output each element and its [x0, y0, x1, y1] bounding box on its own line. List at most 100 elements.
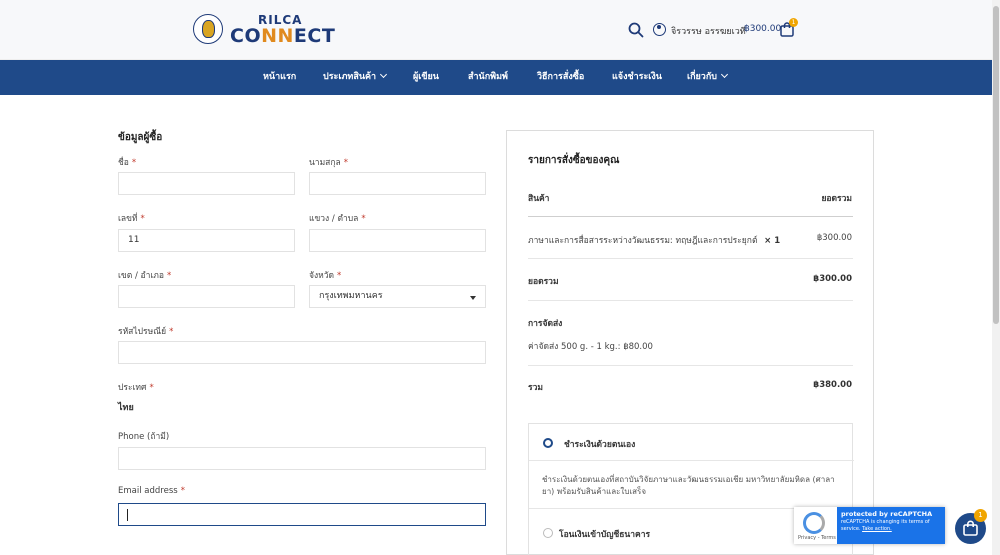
- district-label-text: เขต / อำเภอ: [118, 271, 164, 281]
- order-item-name: ภาษาและการสื่อสารระหว่างวัฒนธรรม: ทฤษฎีแ…: [528, 233, 780, 247]
- dropdown-arrow-icon: [470, 296, 476, 300]
- required-mark: *: [149, 383, 154, 393]
- first-name-label-text: ชื่อ: [118, 158, 129, 168]
- email-label-text: Email address: [118, 486, 178, 496]
- postcode-field[interactable]: [118, 341, 486, 364]
- main-navigation: หน้าแรก ประเภทสินค้า ผู้เขียน สำนักพิมพ์…: [0, 60, 992, 95]
- header-cart-total[interactable]: ฿300.00: [744, 24, 781, 34]
- floating-cart-count-badge: 1: [974, 509, 987, 522]
- grand-total-value: ฿380.00: [813, 380, 852, 390]
- logo-bottom-text: CONNECT: [230, 25, 335, 47]
- nav-label: ประเภทสินค้า: [323, 72, 377, 82]
- nav-item-payment-notification[interactable]: แจ้งชำระเงิน: [612, 60, 662, 95]
- country-label: ประเทศ *: [118, 380, 154, 394]
- payment-option-bank-transfer-label[interactable]: โอนเงินเข้าบัญชีธนาคาร: [559, 527, 650, 541]
- scrollbar-thumb[interactable]: [993, 6, 999, 324]
- billing-section-title: ข้อมูลผู้ซื้อ: [118, 132, 163, 143]
- recaptcha-title: protected by reCAPTCHA: [841, 510, 933, 518]
- required-mark: *: [131, 158, 137, 168]
- subtotal-label: ยอดรวม: [528, 277, 559, 287]
- page-scrollbar[interactable]: [992, 0, 1000, 555]
- nav-label: เกี่ยวกับ: [687, 72, 718, 82]
- payment-option-self-pay-label[interactable]: ชำระเงินด้วยตนเอง: [564, 437, 635, 451]
- cart-count-badge: 1: [789, 18, 798, 27]
- phone-label-text: Phone (ถ้ามี): [118, 432, 170, 442]
- account-username[interactable]: จิรวรรษ อรรฆยเวที: [671, 24, 746, 38]
- chevron-down-icon: [380, 70, 388, 79]
- logo-part-1: CO: [230, 25, 262, 47]
- subdistrict-label-text: แขวง / ตำบล: [309, 214, 359, 224]
- required-mark: *: [140, 214, 145, 224]
- house-number-field[interactable]: 11: [118, 229, 295, 252]
- province-selected-value: กรุงเทพมหานคร: [319, 291, 383, 301]
- payment-option-self-pay-radio[interactable]: [543, 438, 553, 448]
- nav-item-authors[interactable]: ผู้เขียน: [413, 60, 439, 95]
- last-name-label-text: นามสกุล: [309, 158, 341, 168]
- province-select[interactable]: กรุงเทพมหานคร: [309, 285, 486, 308]
- recaptcha-badge[interactable]: Privacy - Terms protected by reCAPTCHA r…: [794, 507, 945, 544]
- recaptcha-logo-icon: [803, 512, 825, 534]
- house-number-label: เลขที่ *: [118, 211, 145, 225]
- subtotal-value: ฿300.00: [813, 274, 852, 284]
- district-label: เขต / อำเภอ *: [118, 268, 171, 282]
- nav-item-home[interactable]: หน้าแรก: [263, 60, 296, 95]
- subdistrict-label: แขวง / ตำบล *: [309, 211, 366, 225]
- payment-option-bank-transfer-radio[interactable]: [543, 528, 553, 538]
- column-header-total: ยอดรวม: [821, 194, 852, 204]
- nav-item-how-to-order[interactable]: วิธีการสั่งซื้อ: [537, 60, 584, 95]
- required-mark: *: [167, 271, 172, 281]
- country-label-text: ประเทศ: [118, 383, 147, 393]
- nav-label: แจ้งชำระเงิน: [612, 72, 662, 82]
- divider: [528, 300, 853, 301]
- postcode-label: รหัสไปรษณีย์ *: [118, 324, 173, 338]
- search-icon[interactable]: [628, 22, 644, 38]
- required-mark: *: [361, 214, 366, 224]
- chevron-down-icon: [720, 70, 729, 79]
- recaptcha-notice: reCAPTCHA is changing its terms of servi…: [841, 519, 941, 533]
- last-name-label: นามสกุล *: [309, 155, 348, 169]
- required-mark: *: [180, 486, 185, 496]
- text-cursor: [127, 509, 128, 521]
- order-summary-title: รายการสั่งซื้อของคุณ: [528, 155, 620, 166]
- required-mark: *: [169, 327, 174, 337]
- column-header-product: สินค้า: [528, 194, 550, 204]
- site-logo[interactable]: RILCA CONNECT: [230, 13, 335, 47]
- email-label: Email address *: [118, 486, 185, 496]
- nav-label: วิธีการสั่งซื้อ: [537, 72, 585, 82]
- subdistrict-field[interactable]: [309, 229, 486, 252]
- nav-label: หน้าแรก: [263, 72, 297, 82]
- province-label: จังหวัด *: [309, 268, 341, 282]
- shopping-bag-icon: [963, 520, 978, 536]
- house-number-label-text: เลขที่: [118, 214, 138, 224]
- divider: [528, 258, 853, 259]
- recaptcha-privacy-terms[interactable]: Privacy - Terms: [798, 535, 836, 541]
- grand-total-label: รวม: [528, 383, 543, 393]
- required-mark: *: [337, 271, 342, 281]
- site-header: RILCA CONNECT จิรวรรษ อรรฆยเวที ฿300.00 …: [0, 0, 992, 60]
- logo-part-3: ECT: [293, 25, 336, 47]
- divider: [529, 460, 854, 461]
- account-icon[interactable]: [653, 23, 666, 36]
- district-field[interactable]: [118, 285, 295, 308]
- last-name-field[interactable]: [309, 172, 486, 195]
- order-summary-panel: รายการสั่งซื้อของคุณ สินค้า ยอดรวม ภาษาแ…: [506, 130, 874, 555]
- phone-field[interactable]: [118, 447, 486, 470]
- logo-part-2: NN: [261, 25, 294, 47]
- order-item-price: ฿300.00: [816, 233, 852, 243]
- order-item-quantity: × 1: [764, 236, 781, 246]
- postcode-label-text: รหัสไปรษณีย์: [118, 327, 167, 337]
- email-field[interactable]: [118, 503, 486, 526]
- shipping-method: ค่าจัดส่ง 500 g. - 1 kg.: ฿80.00: [528, 342, 653, 352]
- shipping-label: การจัดส่ง: [528, 319, 563, 329]
- nav-item-about[interactable]: เกี่ยวกับ: [687, 60, 729, 95]
- phone-label: Phone (ถ้ามี): [118, 429, 169, 443]
- first-name-label: ชื่อ *: [118, 155, 136, 169]
- nav-label: สำนักพิมพ์: [468, 72, 508, 82]
- divider: [528, 216, 853, 217]
- nav-item-categories[interactable]: ประเภทสินค้า: [323, 60, 388, 95]
- nav-item-publishers[interactable]: สำนักพิมพ์: [468, 60, 508, 95]
- university-emblem-logo[interactable]: [193, 14, 223, 44]
- province-label-text: จังหวัด: [309, 271, 335, 281]
- recaptcha-take-action-link[interactable]: Take action.: [862, 526, 892, 532]
- first-name-field[interactable]: [118, 172, 295, 195]
